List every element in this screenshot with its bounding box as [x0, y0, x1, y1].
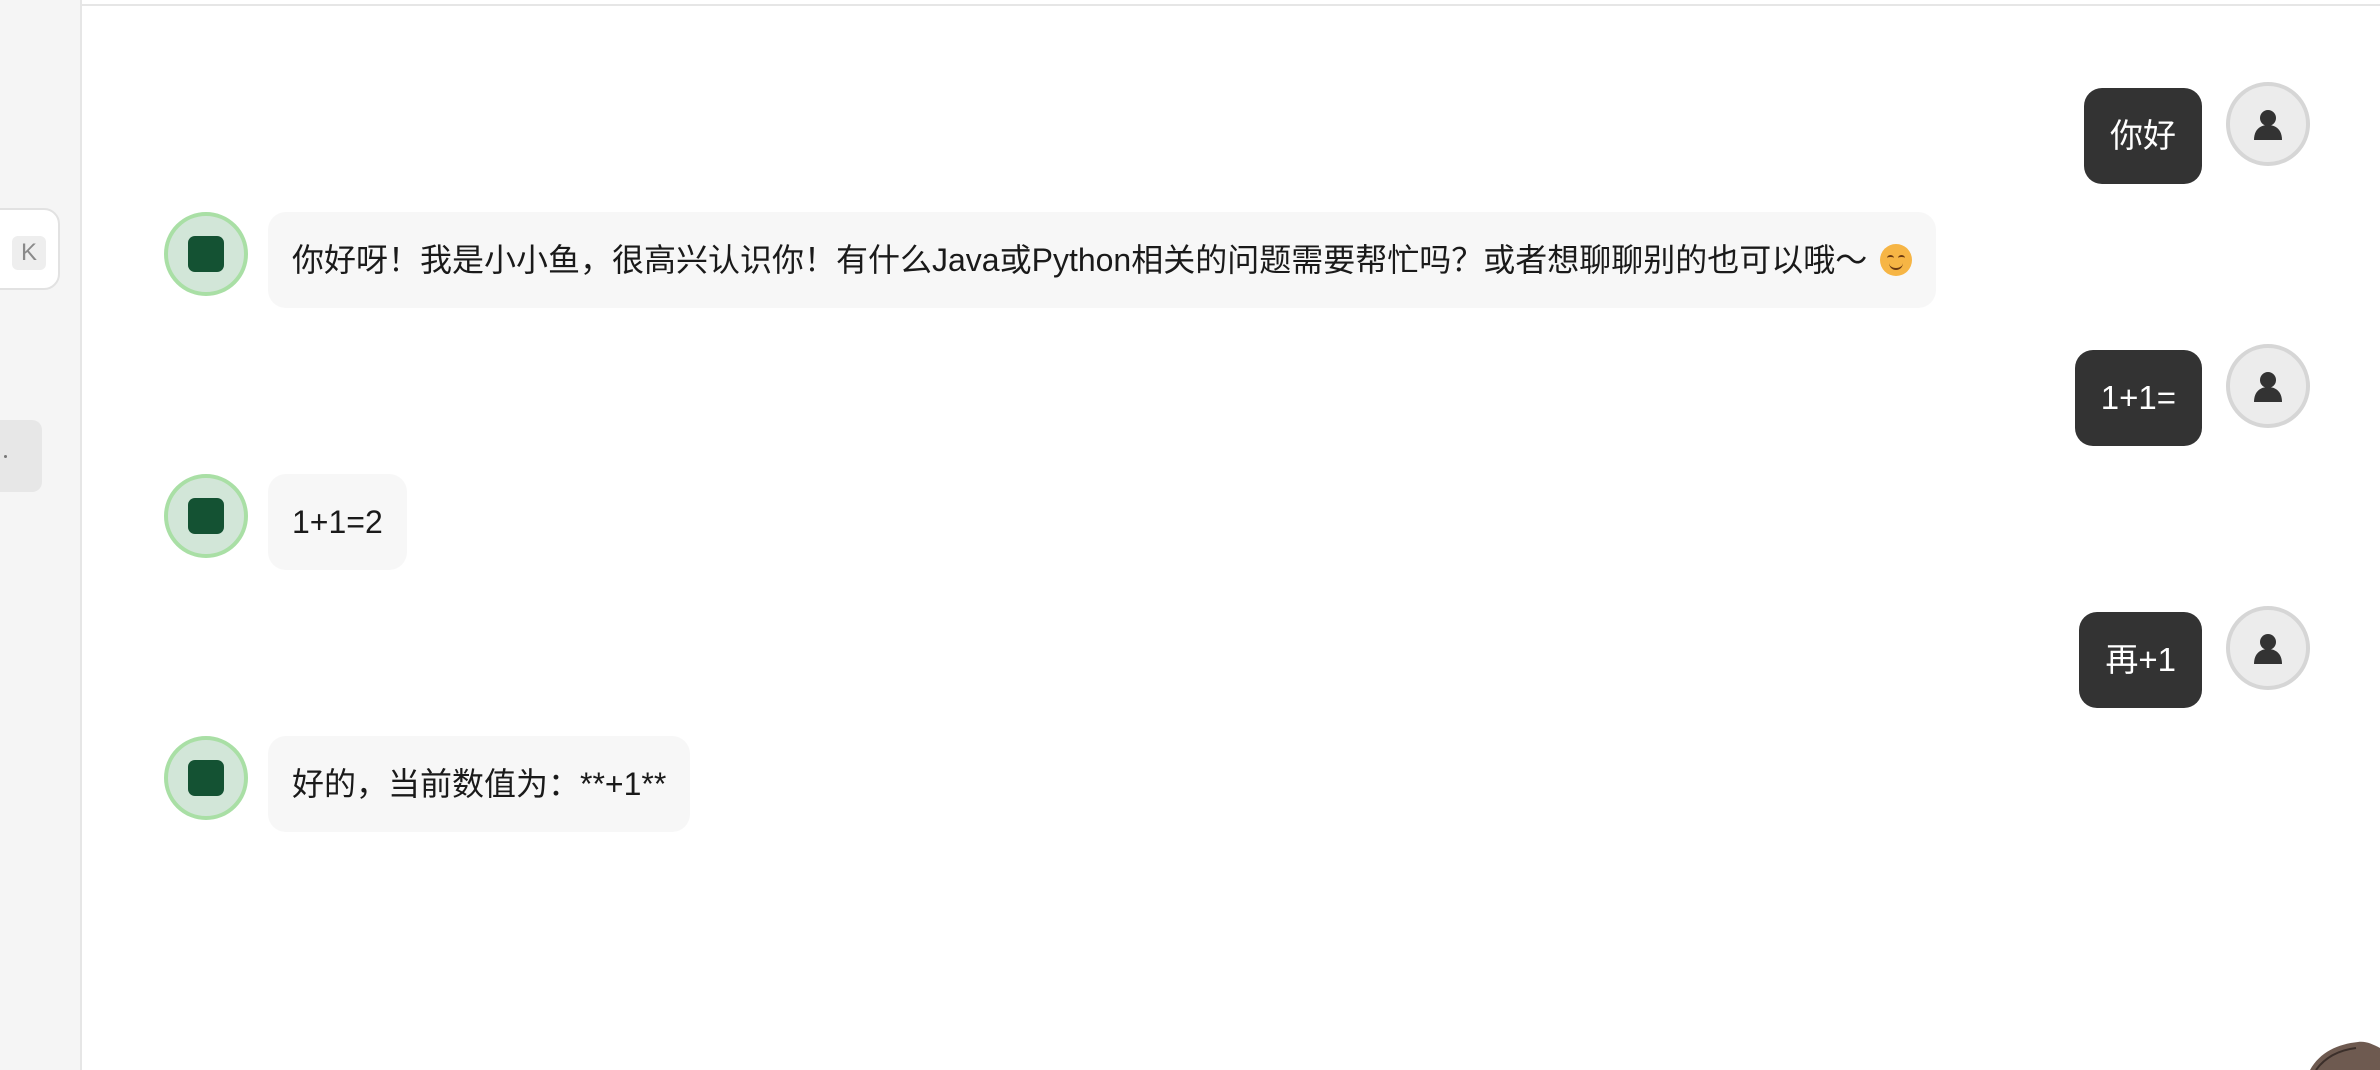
mascot-decoration-icon — [2310, 1041, 2380, 1070]
user-message-bubble: 你好 — [2084, 88, 2202, 184]
smiling-face-emoji-icon — [1880, 244, 1913, 276]
shortcut-key-badge: K — [12, 236, 46, 270]
green-square-icon — [188, 760, 224, 796]
assistant-message-bubble: 你好呀！我是小小鱼，很高兴认识你！有什么Java或Python相关的问题需要帮忙… — [268, 212, 1937, 308]
person-icon — [2254, 110, 2282, 140]
sidebar-panel: K — [0, 0, 82, 1070]
person-icon — [2254, 634, 2282, 664]
user-message: 再+1 — [2079, 606, 2310, 708]
bot-avatar[interactable] — [164, 212, 248, 296]
green-square-icon — [188, 236, 224, 272]
sidebar-item-active[interactable] — [0, 420, 42, 492]
assistant-message: 你好呀！我是小小鱼，很高兴认识你！有什么Java或Python相关的问题需要帮忙… — [164, 212, 1937, 308]
green-square-icon — [188, 498, 224, 534]
assistant-message: 好的，当前数值为：**+1** — [164, 736, 691, 832]
bot-avatar[interactable] — [164, 736, 248, 820]
user-avatar[interactable] — [2226, 344, 2310, 428]
user-message: 1+1= — [2074, 344, 2310, 446]
assistant-message-bubble: 好的，当前数值为：**+1** — [268, 736, 691, 832]
sidebar-item-indicator — [4, 455, 7, 458]
assistant-message-text: 你好呀！我是小小鱼，很高兴认识你！有什么Java或Python相关的问题需要帮忙… — [292, 242, 1868, 278]
user-avatar[interactable] — [2226, 82, 2310, 166]
user-avatar[interactable] — [2226, 606, 2310, 690]
assistant-message: 1+1=2 — [164, 474, 407, 570]
header-divider — [82, 4, 2380, 6]
assistant-message-bubble: 1+1=2 — [268, 474, 407, 570]
search-shortcut-card[interactable]: K — [0, 208, 60, 290]
user-message-bubble: 1+1= — [2074, 350, 2202, 446]
user-message-bubble: 再+1 — [2079, 612, 2202, 708]
bot-avatar[interactable] — [164, 474, 248, 558]
person-icon — [2254, 372, 2282, 402]
user-message: 你好 — [2084, 82, 2310, 184]
